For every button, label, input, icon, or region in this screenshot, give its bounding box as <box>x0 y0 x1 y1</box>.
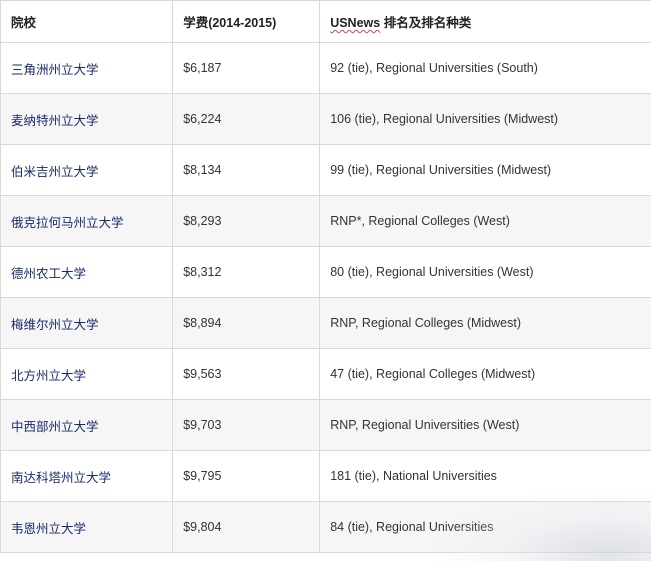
fee-cell: $9,703 <box>172 399 321 451</box>
rank-cell: 99 (tie), Regional Universities (Midwest… <box>319 144 651 196</box>
school-cell[interactable]: 三角洲州立大学 <box>0 42 174 94</box>
tuition-table: 院校 学费(2014-2015) USNews 排名及排名种类 三角洲州立大学 … <box>0 0 651 553</box>
school-cell[interactable]: 北方州立大学 <box>0 348 174 400</box>
school-name[interactable]: 韦恩州立大学 <box>11 522 86 536</box>
page: 院校 学费(2014-2015) USNews 排名及排名种类 三角洲州立大学 … <box>0 0 651 561</box>
table-row: 麦纳特州立大学 $6,224 106 (tie), Regional Unive… <box>0 93 651 145</box>
school-name[interactable]: 麦纳特州立大学 <box>11 114 99 128</box>
school-cell[interactable]: 韦恩州立大学 <box>0 501 174 553</box>
table-row: 梅维尔州立大学 $8,894 RNP, Regional Colleges (M… <box>0 297 651 349</box>
table-row: 北方州立大学 $9,563 47 (tie), Regional College… <box>0 348 651 400</box>
school-cell[interactable]: 中西部州立大学 <box>0 399 174 451</box>
school-cell[interactable]: 伯米吉州立大学 <box>0 144 174 196</box>
table-row: 三角洲州立大学 $6,187 92 (tie), Regional Univer… <box>0 42 651 94</box>
table-header-row: 院校 学费(2014-2015) USNews 排名及排名种类 <box>0 0 651 43</box>
school-cell[interactable]: 麦纳特州立大学 <box>0 93 174 145</box>
fee-cell: $8,312 <box>172 246 321 298</box>
school-name[interactable]: 德州农工大学 <box>11 267 86 281</box>
rank-cell: 47 (tie), Regional Colleges (Midwest) <box>319 348 651 400</box>
school-name[interactable]: 伯米吉州立大学 <box>11 165 99 179</box>
header-fee: 学费(2014-2015) <box>172 0 321 43</box>
fee-cell: $8,293 <box>172 195 321 247</box>
header-rank-prefix: USNews <box>330 16 381 30</box>
school-name[interactable]: 南达科塔州立大学 <box>11 471 111 485</box>
rank-cell: RNP, Regional Colleges (Midwest) <box>319 297 651 349</box>
school-cell[interactable]: 德州农工大学 <box>0 246 174 298</box>
header-rank-suffix: 排名及排名种类 <box>380 16 472 30</box>
fee-cell: $8,134 <box>172 144 321 196</box>
table-row: 德州农工大学 $8,312 80 (tie), Regional Univers… <box>0 246 651 298</box>
table-row: 南达科塔州立大学 $9,795 181 (tie), National Univ… <box>0 450 651 502</box>
table-row: 韦恩州立大学 $9,804 84 (tie), Regional Univers… <box>0 501 651 553</box>
fee-cell: $9,795 <box>172 450 321 502</box>
rank-cell: 84 (tie), Regional Universities <box>319 501 651 553</box>
table-row: 中西部州立大学 $9,703 RNP, Regional Universitie… <box>0 399 651 451</box>
school-cell[interactable]: 南达科塔州立大学 <box>0 450 174 502</box>
table-row: 伯米吉州立大学 $8,134 99 (tie), Regional Univer… <box>0 144 651 196</box>
rank-cell: 92 (tie), Regional Universities (South) <box>319 42 651 94</box>
header-school: 院校 <box>0 0 174 43</box>
rank-cell: RNP, Regional Universities (West) <box>319 399 651 451</box>
school-name[interactable]: 俄克拉何马州立大学 <box>11 216 124 230</box>
school-cell[interactable]: 梅维尔州立大学 <box>0 297 174 349</box>
fee-cell: $6,187 <box>172 42 321 94</box>
school-name[interactable]: 北方州立大学 <box>11 369 86 383</box>
fee-cell: $9,804 <box>172 501 321 553</box>
rank-cell: 106 (tie), Regional Universities (Midwes… <box>319 93 651 145</box>
rank-cell: RNP*, Regional Colleges (West) <box>319 195 651 247</box>
school-name[interactable]: 三角洲州立大学 <box>11 63 99 77</box>
fee-cell: $8,894 <box>172 297 321 349</box>
school-cell[interactable]: 俄克拉何马州立大学 <box>0 195 174 247</box>
fee-cell: $9,563 <box>172 348 321 400</box>
school-name[interactable]: 梅维尔州立大学 <box>11 318 99 332</box>
school-name[interactable]: 中西部州立大学 <box>11 420 99 434</box>
header-rank: USNews 排名及排名种类 <box>319 0 651 43</box>
fee-cell: $6,224 <box>172 93 321 145</box>
rank-cell: 181 (tie), National Universities <box>319 450 651 502</box>
rank-cell: 80 (tie), Regional Universities (West) <box>319 246 651 298</box>
table-row: 俄克拉何马州立大学 $8,293 RNP*, Regional Colleges… <box>0 195 651 247</box>
